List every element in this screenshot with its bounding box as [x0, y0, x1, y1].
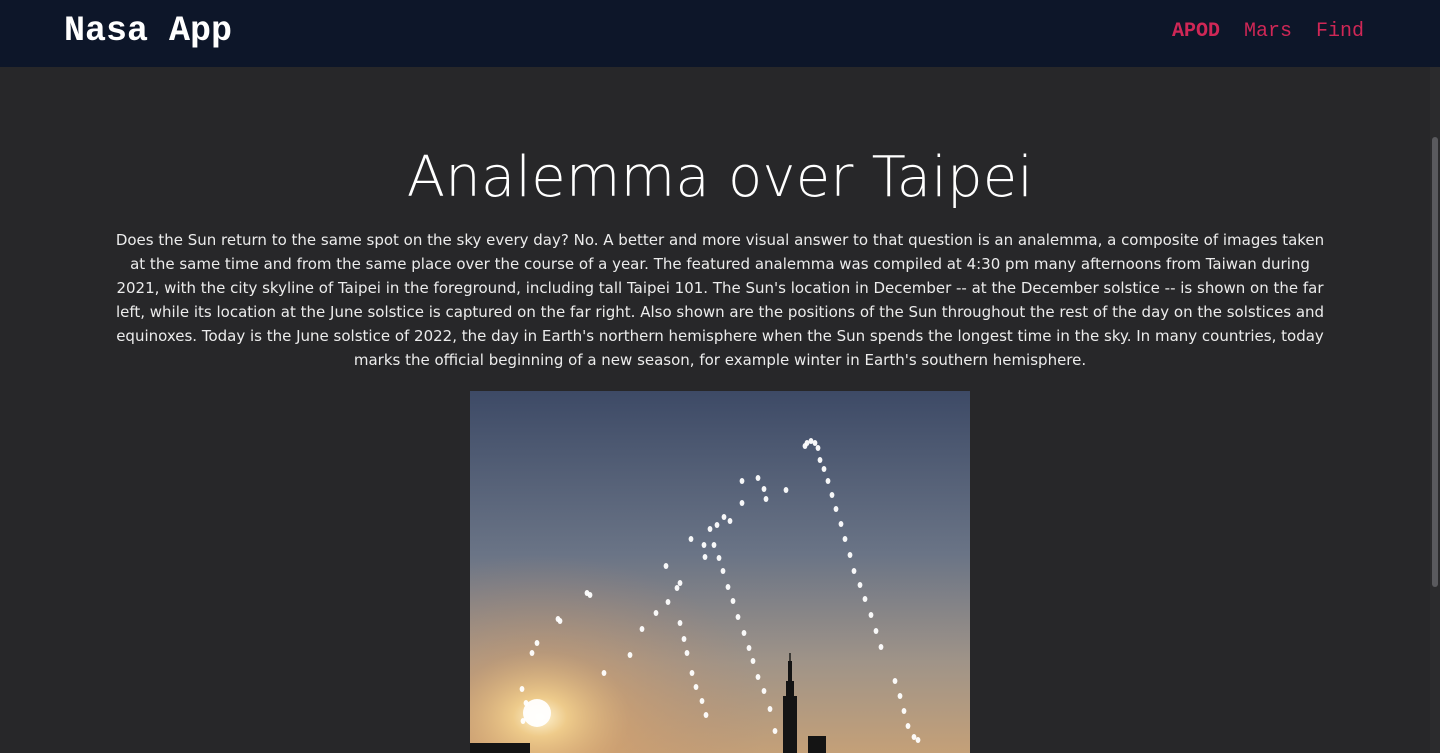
apod-image[interactable]: [470, 391, 970, 753]
scrollbar[interactable]: [1430, 67, 1440, 753]
navbar: Nasa App APOD Mars Find: [0, 0, 1440, 67]
analemma-photo: [470, 391, 970, 753]
nav-link-mars[interactable]: Mars: [1244, 20, 1292, 44]
apod-title: Analemma over Taipei: [406, 145, 1034, 210]
brand-logo[interactable]: Nasa App: [64, 10, 232, 52]
apod-explanation: Does the Sun return to the same spot on …: [115, 231, 1325, 369]
nav-links: APOD Mars Find: [1172, 20, 1364, 44]
nav-link-find[interactable]: Find: [1316, 20, 1364, 44]
nav-link-apod[interactable]: APOD: [1172, 20, 1220, 44]
scrollbar-thumb[interactable]: [1432, 137, 1438, 587]
